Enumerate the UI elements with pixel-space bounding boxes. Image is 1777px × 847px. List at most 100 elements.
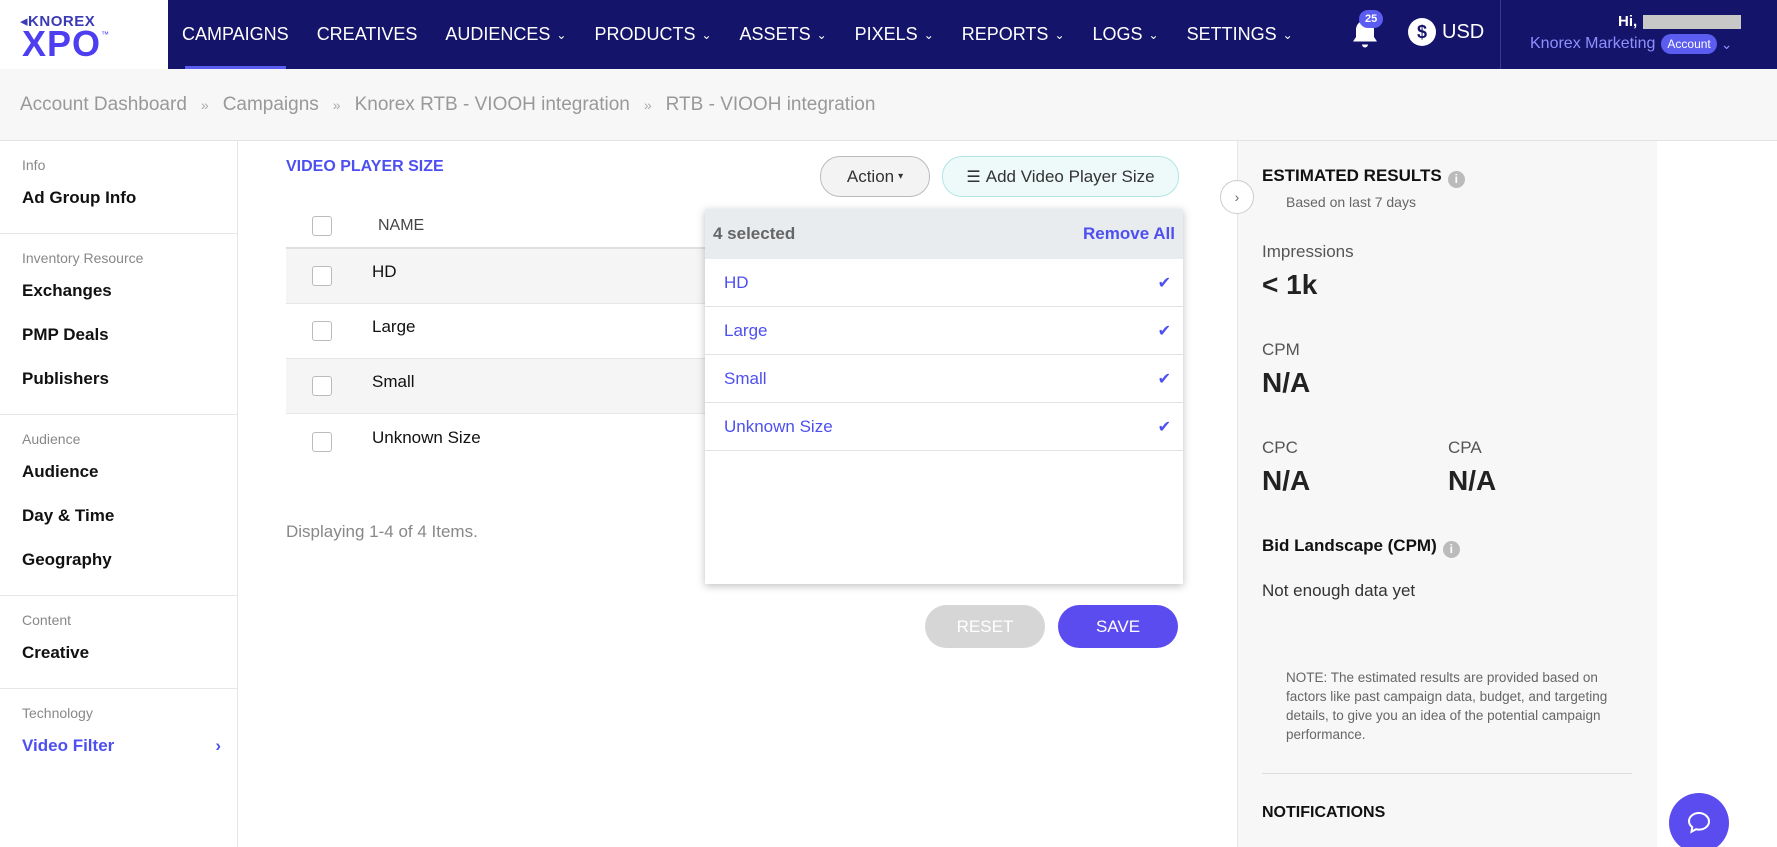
chevron-right-icon: › [215,736,221,755]
sidebar-group-content: Content Creative [0,596,237,689]
nav-assets[interactable]: ASSETS ⌄ [726,0,841,69]
breadcrumb-separator-icon: » [200,96,209,113]
check-icon: ✔ [1157,370,1171,388]
sidebar-group-technology: Technology Video Filter › [0,689,237,781]
dropdown-item[interactable]: HD ✔ [705,259,1183,307]
estimated-results-title: ESTIMATED RESULTS i [1262,166,1465,188]
save-button[interactable]: SAVE [1058,605,1178,648]
cpa-value: N/A [1448,465,1497,496]
sidebar-item-exchanges[interactable]: Exchanges [22,276,215,320]
select-all-checkbox[interactable] [312,216,332,236]
chevron-down-icon: ⌄ [816,27,827,42]
sidebar-group-info: Info Ad Group Info [0,141,237,234]
nav-reports[interactable]: REPORTS ⌄ [948,0,1079,69]
action-button-label: Action [846,166,895,186]
sidebar-item-pmp-deals[interactable]: PMP Deals [22,320,215,364]
action-button[interactable]: Action ▾ [820,156,930,197]
currency-label: USD [1442,20,1485,43]
nav-pixels[interactable]: PIXELS ⌄ [841,0,948,69]
check-icon: ✔ [1157,274,1171,292]
info-icon[interactable]: i [1447,170,1465,188]
table-row: Unknown Size [286,414,706,469]
cpc-value: N/A [1262,465,1311,496]
sidebar-item-creative[interactable]: Creative [22,638,215,682]
reset-button[interactable]: RESET [925,605,1045,648]
row-checkbox[interactable] [312,431,332,452]
sidebar-group-label: Info [22,157,46,173]
nav-campaigns[interactable]: CAMPAIGNS [168,0,303,69]
brand-logo-tm: ™ [101,30,109,39]
sidebar-group-label: Inventory Resource [22,250,144,266]
breadcrumb-separator-icon: » [332,96,341,113]
selected-items-dropdown: 4 selected Remove All HD ✔ Large ✔ Small… [705,209,1183,584]
table-row: Small [286,359,706,414]
sidebar-item-audience[interactable]: Audience [22,457,215,501]
chevron-down-icon: ⌄ [923,27,934,42]
brand-logo[interactable]: ◂KNOREX XPO ™ [0,0,168,69]
table-row: Large [286,304,706,359]
row-name: Small [372,372,415,391]
nav-logs[interactable]: LOGS ⌄ [1079,0,1173,69]
nav-creatives[interactable]: CREATIVES [303,0,432,69]
chevron-right-icon: › [1234,189,1240,205]
row-name: Unknown Size [372,427,481,447]
user-name-redacted [1643,15,1741,29]
sidebar-group-label: Content [22,612,72,628]
bid-landscape-title: Bid Landscape (CPM) i [1262,536,1460,558]
table-row: HD [286,249,706,304]
sidebar-group-audience: Audience Audience Day & Time Geography [0,415,237,596]
breadcrumb-campaign[interactable]: Knorex RTB - VIOOH integration [355,94,630,116]
add-video-player-size-button[interactable]: ☰ Add Video Player Size [942,156,1179,197]
dropdown-item[interactable]: Unknown Size ✔ [705,403,1183,451]
top-navigation-bar: ◂KNOREX XPO ™ CAMPAIGNS CREATIVES AUDIEN… [0,0,1777,69]
row-checkbox[interactable] [312,321,332,341]
cpa-label: CPA [1448,438,1482,457]
panel-divider [1262,773,1632,774]
account-name: Knorex Marketing [1530,35,1656,52]
breadcrumb-campaigns[interactable]: Campaigns [223,94,319,116]
estimated-results-subtitle: Based on last 7 days [1286,194,1416,210]
cpm-value: N/A [1262,367,1311,398]
currency-selector[interactable]: $ USD [1408,18,1484,46]
check-icon: ✔ [1157,418,1171,436]
caret-down-icon: ▾ [898,171,904,182]
nav-divider [1500,0,1501,69]
dropdown-item[interactable]: Small ✔ [705,355,1183,403]
info-icon[interactable]: i [1442,540,1460,558]
nav-audiences[interactable]: AUDIENCES ⌄ [431,0,580,69]
impressions-label: Impressions [1262,242,1354,261]
check-icon: ✔ [1157,322,1171,340]
cpm-label: CPM [1262,340,1300,359]
chevron-down-icon: ⌄ [1148,27,1159,42]
sidebar-item-ad-group-info[interactable]: Ad Group Info [22,183,215,227]
dropdown-item[interactable]: Large ✔ [705,307,1183,355]
row-name: Large [372,317,416,336]
sidebar-group-label: Technology [22,705,93,721]
breadcrumb-account-dashboard[interactable]: Account Dashboard [20,94,187,116]
dropdown-item-label: Unknown Size [724,416,833,436]
main-nav: CAMPAIGNS CREATIVES AUDIENCES ⌄ PRODUCTS ⌄… [168,0,1307,69]
dropdown-item-label: Small [724,368,767,388]
chevron-down-icon: ⌄ [1282,27,1293,42]
sidebar-item-geography[interactable]: Geography [22,545,215,589]
sidebar-item-day-time[interactable]: Day & Time [22,501,215,545]
pagination-info: Displaying 1-4 of 4 Items. [286,522,478,541]
nav-settings[interactable]: SETTINGS ⌄ [1173,0,1307,69]
nav-products[interactable]: PRODUCTS ⌄ [580,0,725,69]
account-switcher[interactable]: Knorex Marketing Account ⌄ [1530,34,1732,54]
remove-all-link[interactable]: Remove All [1083,224,1175,244]
row-checkbox[interactable] [312,376,332,396]
page-title: VIDEO PLAYER SIZE [286,158,444,175]
impressions-value: < 1k [1262,269,1318,300]
sidebar-item-publishers[interactable]: Publishers [22,364,215,408]
sidebar-item-video-filter[interactable]: Video Filter › [22,731,221,775]
breadcrumb: Account Dashboard » Campaigns » Knorex R… [0,69,1777,141]
row-checkbox[interactable] [312,266,332,286]
list-icon: ☰ [966,168,981,186]
collapse-panel-button[interactable]: › [1220,180,1254,214]
chat-button[interactable] [1669,793,1729,847]
left-sidebar: Info Ad Group Info Inventory Resource Ex… [0,141,238,847]
chevron-down-icon: ⌄ [1054,27,1065,42]
breadcrumb-ad-group: RTB - VIOOH integration [665,93,876,115]
dropdown-header: 4 selected Remove All [705,209,1183,259]
